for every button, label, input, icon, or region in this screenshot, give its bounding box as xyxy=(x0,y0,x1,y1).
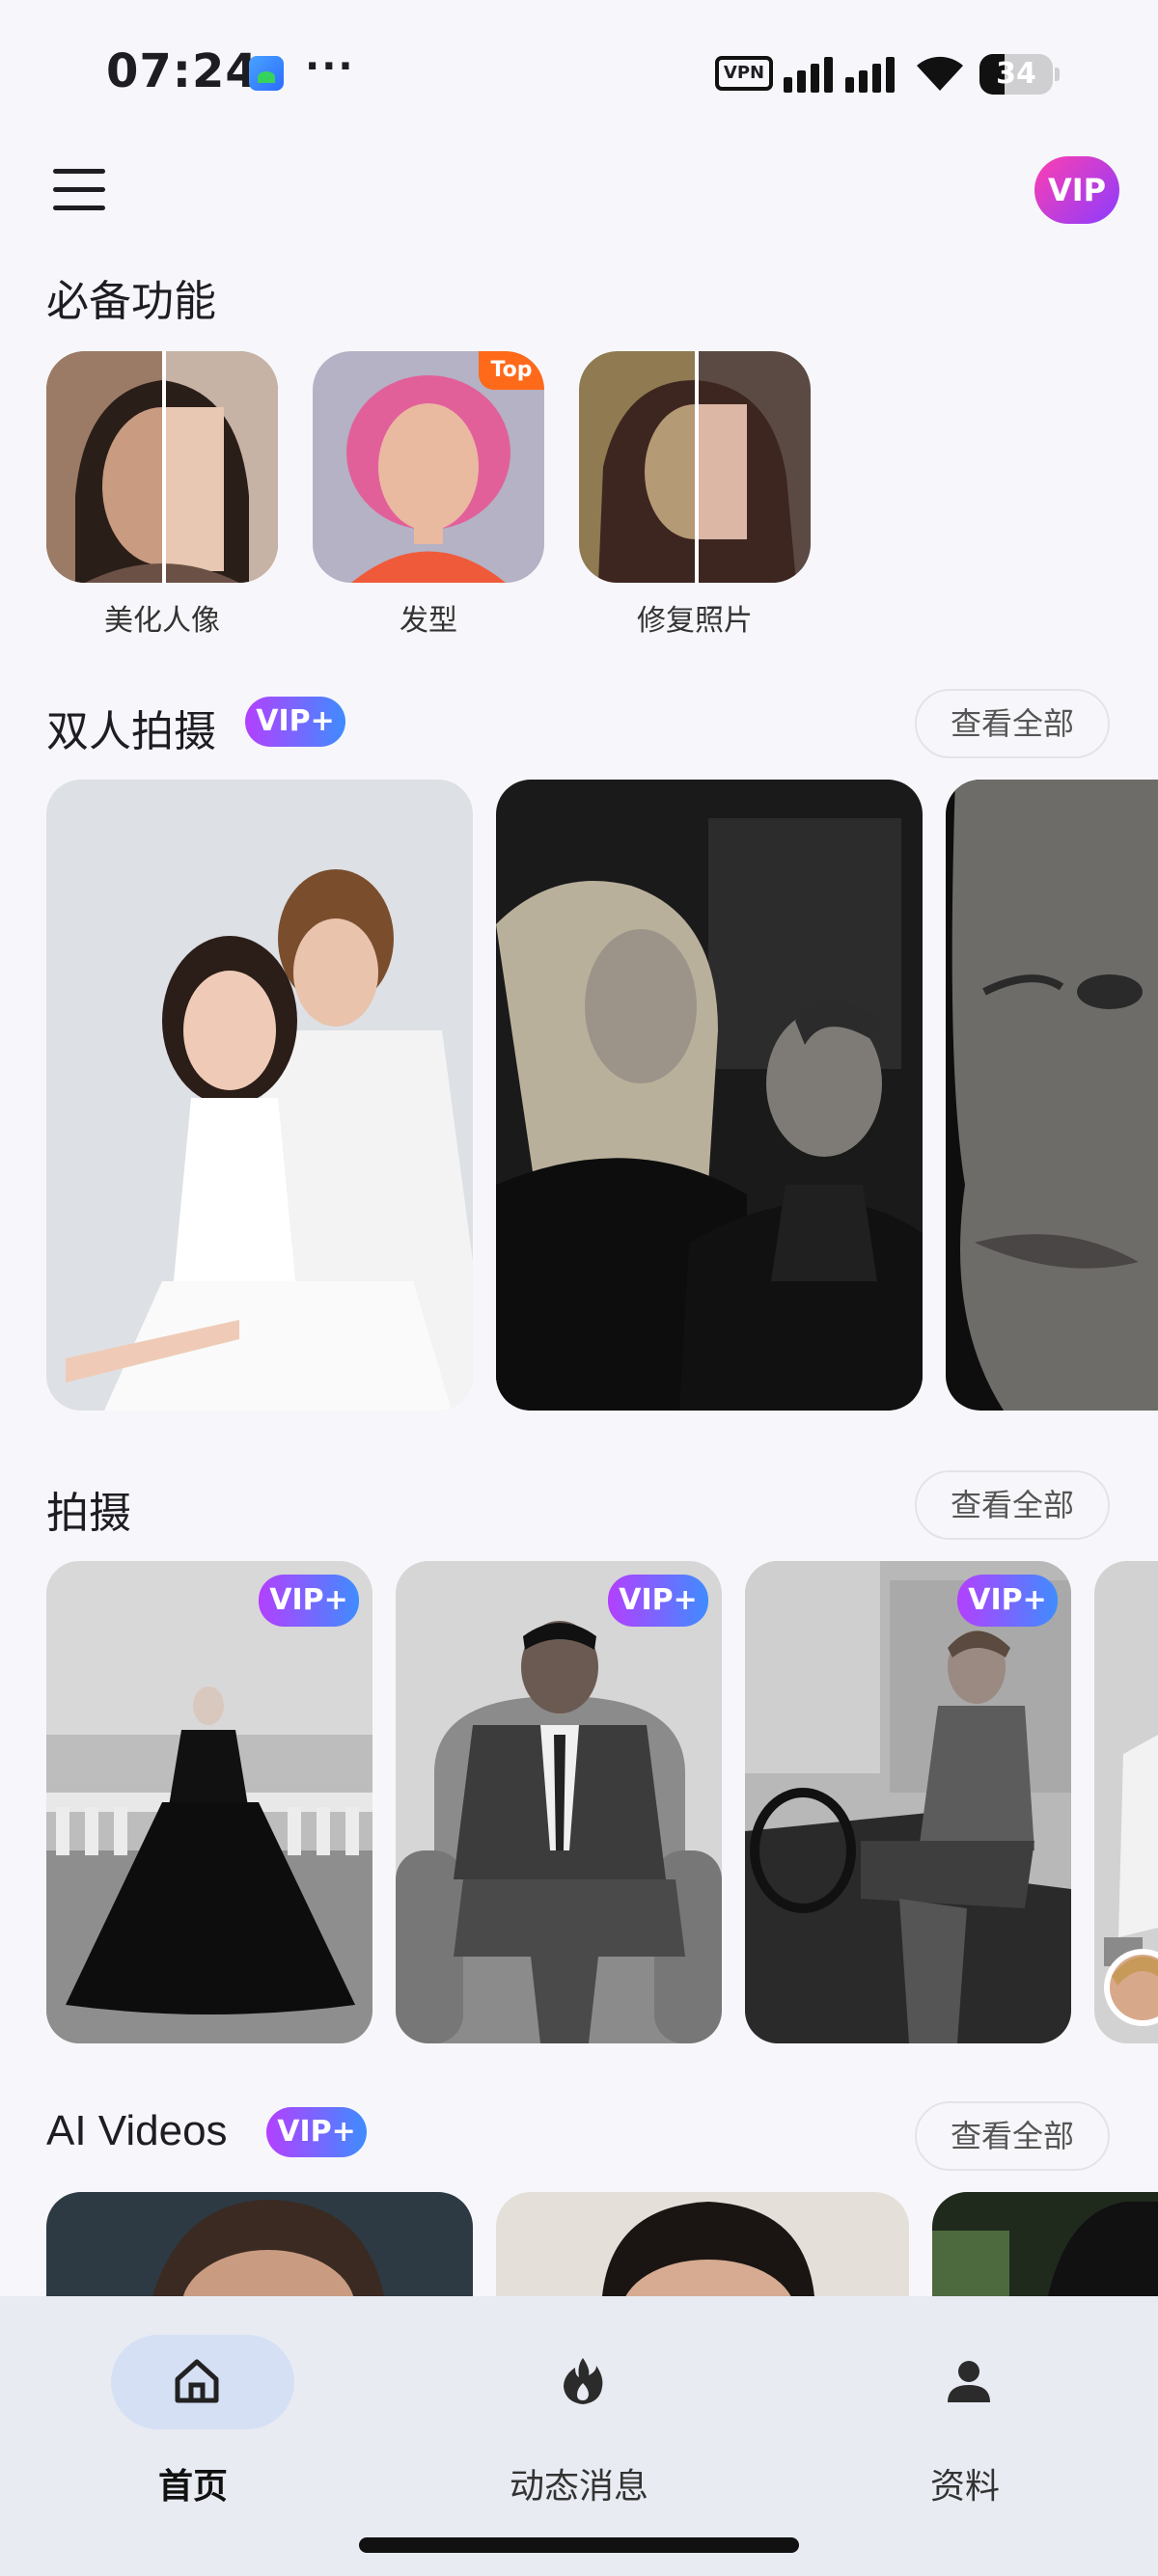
battery-icon: 34 xyxy=(979,54,1060,95)
person-icon xyxy=(948,2361,990,2402)
couple-vip-badge: VIP+ xyxy=(245,697,345,747)
couple-title: 双人拍摄 xyxy=(46,708,216,755)
ai-video-card[interactable] xyxy=(496,2192,909,2296)
photo-restore-card[interactable] xyxy=(579,351,811,583)
shoot-see-all-button[interactable]: 查看全部 xyxy=(915,1470,1110,1540)
ai-video-card[interactable] xyxy=(46,2192,473,2296)
couple-see-all-button[interactable]: 查看全部 xyxy=(915,689,1110,758)
status-time: 07:24 xyxy=(106,44,259,98)
ai-videos-title: AI Videos xyxy=(46,2107,228,2154)
essentials-title: 必备功能 xyxy=(46,278,216,325)
flame-icon xyxy=(564,2358,603,2404)
shoot-vip-badge: VIP+ xyxy=(259,1575,359,1627)
shoot-photo-card[interactable] xyxy=(1094,1561,1158,2043)
shoot-vip-badge: VIP+ xyxy=(608,1575,708,1627)
beautify-portrait-label: 美化人像 xyxy=(104,604,220,638)
hairstyle-card[interactable]: Top xyxy=(313,351,544,583)
shoot-photo-card[interactable]: VIP+ xyxy=(745,1561,1071,2043)
home-indicator[interactable] xyxy=(359,2537,799,2553)
beautify-portrait-card[interactable] xyxy=(46,351,278,583)
nav-home-label: 首页 xyxy=(157,2467,228,2507)
couple-photo-card[interactable] xyxy=(946,780,1158,1411)
couple-photo-card[interactable] xyxy=(46,780,473,1411)
bottom-navigation: 首页 动态消息 资料 xyxy=(0,2296,1158,2576)
nav-feed[interactable]: 动态消息 xyxy=(454,2335,704,2528)
gallery-app-icon xyxy=(249,56,284,91)
nav-profile-label: 资料 xyxy=(929,2467,1000,2507)
shoot-vip-badge: VIP+ xyxy=(957,1575,1058,1627)
shoot-photo-card[interactable]: VIP+ xyxy=(396,1561,722,2043)
nav-home[interactable]: 首页 xyxy=(68,2335,318,2528)
shoot-photo-card[interactable]: VIP+ xyxy=(46,1561,372,2043)
shoot-title: 拍摄 xyxy=(46,1490,131,1537)
battery-percent: 34 xyxy=(996,57,1036,91)
photo-restore-label: 修复照片 xyxy=(637,604,753,638)
vip-button[interactable]: VIP xyxy=(1034,156,1119,224)
vpn-icon: VPN xyxy=(715,56,773,91)
hairstyle-label: 发型 xyxy=(400,604,457,638)
nav-feed-label: 动态消息 xyxy=(509,2467,648,2507)
signal-icon xyxy=(784,57,895,93)
nav-profile[interactable]: 资料 xyxy=(840,2335,1090,2528)
status-bar: 07:24 ··· VPN 34 xyxy=(0,0,1158,145)
couple-photo-card[interactable] xyxy=(496,780,923,1411)
ai-video-card[interactable] xyxy=(932,2192,1158,2296)
ai-videos-see-all-button[interactable]: 查看全部 xyxy=(915,2101,1110,2171)
wifi-icon xyxy=(917,56,963,91)
home-icon xyxy=(175,2359,219,2403)
top-tag: Top xyxy=(479,351,544,390)
more-notifications-icon: ··· xyxy=(305,44,355,89)
menu-button[interactable] xyxy=(53,169,109,211)
ai-videos-vip-badge: VIP+ xyxy=(266,2107,367,2157)
